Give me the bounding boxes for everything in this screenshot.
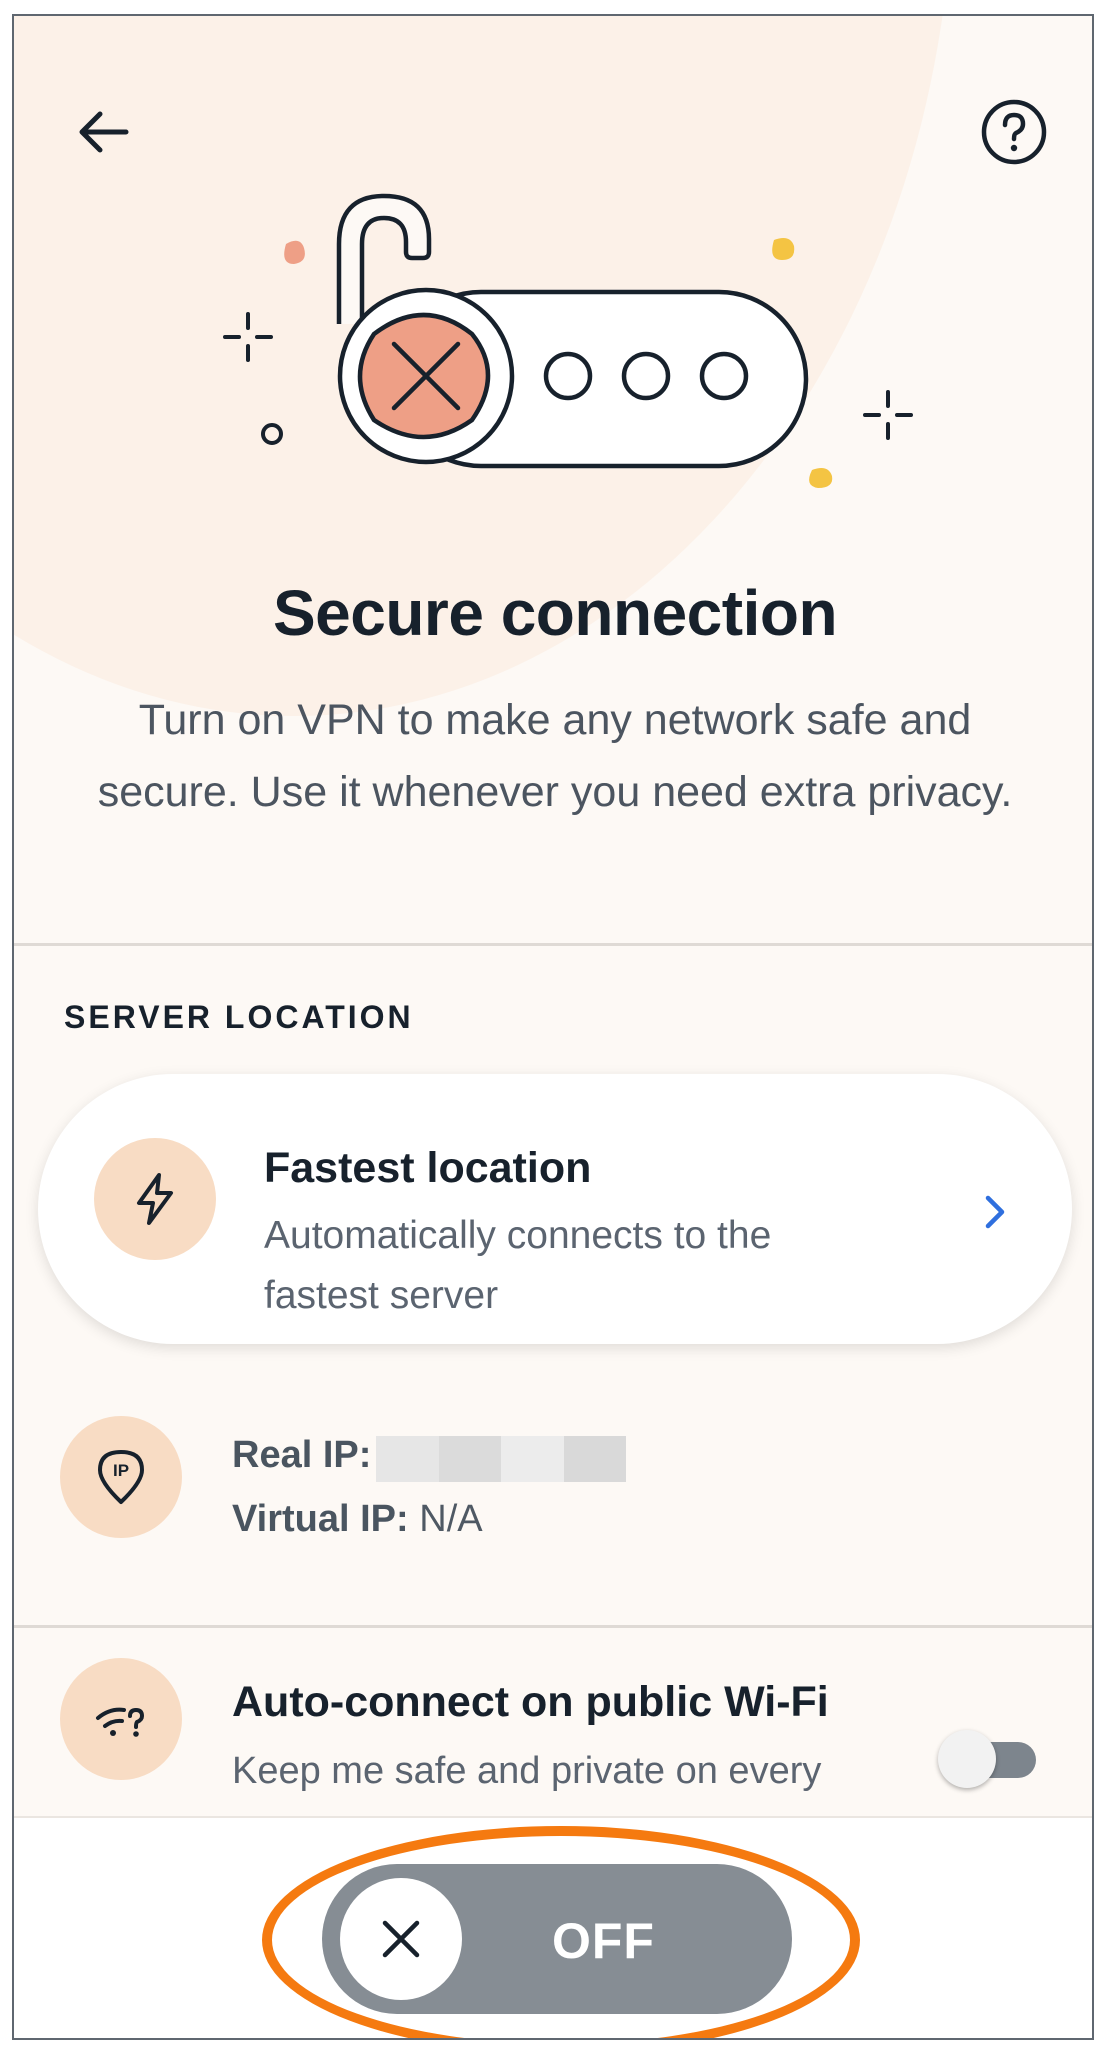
arrow-left-icon [79, 111, 129, 153]
server-location-title: Fastest location [264, 1144, 592, 1192]
page-title: Secure connection [272, 577, 838, 649]
real-ip-redacted [376, 1436, 626, 1482]
app-screen: Secure connection Turn on VPN to make an… [12, 14, 1094, 2040]
server-location-subtitle: Automatically connects to the fastest se… [264, 1214, 772, 1317]
divider [14, 1625, 1092, 1628]
auto-connect-subtitle: Keep me safe and private on every [232, 1750, 822, 1792]
auto-connect-toggle[interactable] [938, 1728, 1038, 1788]
wifi-question-icon [60, 1658, 182, 1780]
lightning-icon [94, 1138, 216, 1260]
server-location-card[interactable]: Fastest location Automatically connects … [38, 1074, 1072, 1344]
page-description: Turn on VPN to make any network safe and… [97, 696, 1013, 816]
divider [14, 943, 1092, 946]
real-ip-label: Real IP: [232, 1434, 372, 1476]
virtual-ip-label: Virtual IP: [232, 1498, 409, 1540]
highlight-ring [262, 1826, 860, 2038]
question-circle-icon [981, 99, 1047, 165]
help-button[interactable] [974, 92, 1054, 172]
auto-connect-title: Auto-connect on public Wi-Fi [232, 1678, 829, 1726]
ip-pin-icon: IP [60, 1416, 182, 1538]
unlocked-padlock-icon [223, 193, 913, 488]
virtual-ip-value: N/A [419, 1498, 483, 1540]
toggle-thumb [938, 1730, 996, 1788]
virtual-ip-row: Virtual IP: N/A [232, 1498, 483, 1541]
svg-text:IP: IP [113, 1461, 129, 1480]
real-ip-row: Real IP: [232, 1434, 371, 1477]
chevron-right-icon [985, 1195, 1005, 1229]
back-button[interactable] [64, 92, 144, 172]
section-label-server-location: SERVER LOCATION [64, 999, 414, 1035]
